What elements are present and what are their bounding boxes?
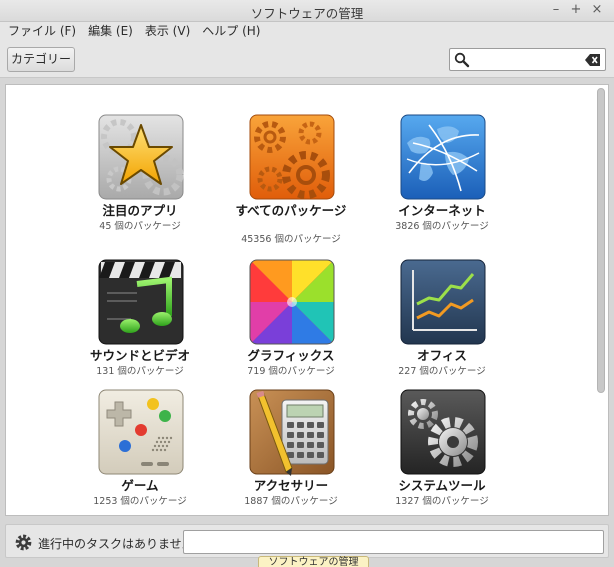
games-gamepad-icon [97, 388, 185, 476]
menu-file[interactable]: ファイル (F) [2, 22, 82, 42]
graphics-colorwheel-icon [248, 258, 336, 346]
category-grid: 注目のアプリ 45 個のパッケージ すべてのパッケージ 45356 個のパッケー… [5, 84, 609, 516]
category-games[interactable]: ゲーム 1253 個のパッケージ [65, 388, 215, 515]
category-count: 1253 個のパッケージ [93, 496, 187, 507]
category-internet[interactable]: インターネット 3826 個のパッケージ [367, 113, 517, 243]
search-icon [454, 52, 470, 68]
search-box[interactable] [449, 48, 606, 71]
category-count: 3826 個のパッケージ [395, 221, 489, 232]
menu-bar: ファイル (F) 編集 (E) 表示 (V) ヘルプ (H) [0, 22, 614, 42]
category-name: グラフィックス [247, 348, 335, 363]
category-name: サウンドとビデオ [89, 348, 190, 363]
clear-search-icon[interactable] [585, 53, 601, 67]
gear-icon [15, 534, 32, 551]
menu-view[interactable]: 表示 (V) [139, 22, 196, 42]
sound-video-clapper-icon [97, 258, 185, 346]
status-text: 進行中のタスクはありません [38, 537, 194, 551]
title-bar: ソフトウェアの管理 – + × [0, 0, 614, 22]
featured-star-icon [97, 113, 185, 201]
office-chart-icon [399, 258, 487, 346]
toolbar: カテゴリー [0, 42, 614, 78]
category-graphics[interactable]: グラフィックス 719 個のパッケージ [216, 258, 366, 388]
tooltip: ソフトウェアの管理 [258, 556, 369, 567]
vertical-scrollbar[interactable] [596, 85, 606, 515]
category-count: 719 個のパッケージ [247, 366, 335, 377]
category-office[interactable]: オフィス 227 個のパッケージ [367, 258, 517, 388]
system-tools-gear-icon [399, 388, 487, 476]
maximize-button[interactable]: + [568, 2, 584, 18]
category-name: システムツール [398, 478, 486, 493]
category-all-packages[interactable]: すべてのパッケージ 45356 個のパッケージ [216, 113, 366, 245]
category-count: 1887 個のパッケージ [244, 496, 338, 507]
minimize-button[interactable]: – [548, 2, 564, 18]
category-system-tools[interactable]: システムツール 1327 個のパッケージ [367, 388, 517, 515]
category-name: インターネット [398, 203, 486, 218]
category-count: 131 個のパッケージ [96, 366, 184, 377]
status-bar: 進行中のタスクはありません [5, 524, 609, 558]
internet-globe-icon [399, 113, 487, 201]
category-count: 227 個のパッケージ [398, 366, 486, 377]
category-name: すべてのパッケージ [235, 203, 347, 218]
accessories-calculator-icon [248, 388, 336, 476]
category-name: 注目のアプリ [102, 203, 178, 218]
menu-edit[interactable]: 編集 (E) [82, 22, 139, 42]
category-name: アクセサリー [253, 478, 329, 493]
scrollbar-thumb[interactable] [597, 88, 605, 393]
category-sound-video[interactable]: サウンドとビデオ 131 個のパッケージ [65, 258, 215, 388]
category-featured[interactable]: 注目のアプリ 45 個のパッケージ [65, 113, 215, 243]
all-packages-gears-icon [248, 113, 336, 201]
category-accessories[interactable]: アクセサリー 1887 個のパッケージ [216, 388, 366, 515]
category-count: 1327 個のパッケージ [395, 496, 489, 507]
category-count: 45 個のパッケージ [99, 221, 181, 232]
close-button[interactable]: × [589, 2, 605, 18]
category-name: ゲーム [121, 478, 159, 493]
category-name: オフィス [417, 348, 467, 363]
task-progress-bar [183, 530, 604, 554]
search-input[interactable] [472, 51, 584, 68]
category-count: 45356 個のパッケージ [241, 234, 341, 245]
menu-help[interactable]: ヘルプ (H) [196, 22, 266, 42]
categories-button[interactable]: カテゴリー [7, 47, 75, 72]
window-title: ソフトウェアの管理 [250, 6, 364, 21]
